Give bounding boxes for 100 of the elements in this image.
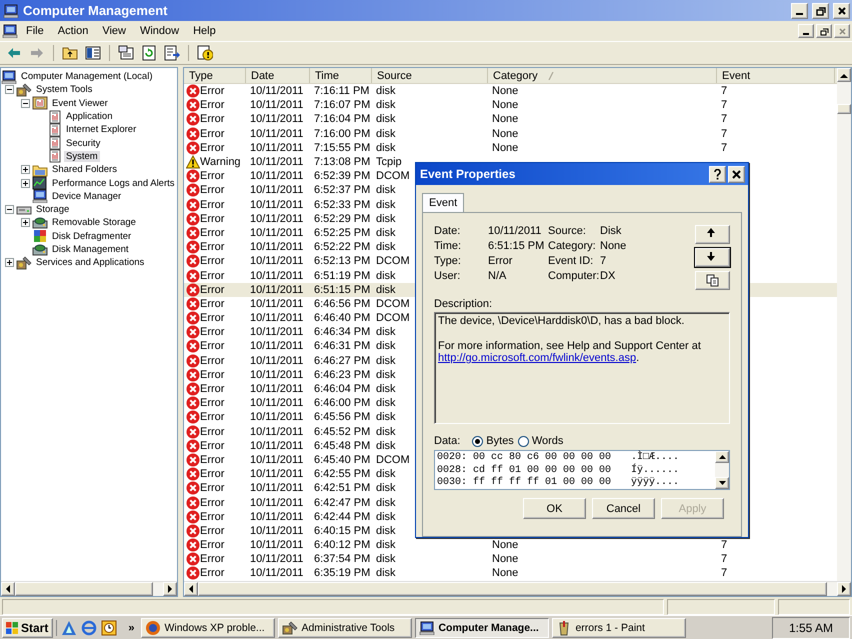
table-cell: Error [200, 553, 224, 566]
table-cell: 10/11/2011 [250, 298, 304, 310]
table-cell: Error [200, 426, 224, 438]
table-cell: 6:45:40 PM [314, 454, 370, 466]
table-cell: None [492, 553, 518, 566]
table-cell: 6:52:13 PM [314, 255, 370, 268]
hex-offset: 0020: [437, 452, 468, 464]
field-value: Error [488, 255, 514, 268]
table-cell: Error [200, 241, 224, 254]
table-cell: 6:46:27 PM [314, 354, 370, 367]
field-value: 10/11/2011 [488, 225, 542, 238]
table-cell: 10/11/2011 [250, 411, 304, 424]
table-cell: Error [200, 142, 224, 154]
table-cell: DCOM [376, 170, 410, 182]
hex-chars: ÿÿÿÿ.... [631, 477, 680, 490]
table-cell: disk [376, 510, 396, 523]
table-cell: disk [376, 397, 396, 410]
table-cell: Error [200, 170, 224, 182]
table-cell: 10/11/2011 [250, 340, 304, 352]
table-cell: Error [200, 411, 224, 424]
table-cell: 6:37:54 PM [314, 553, 370, 566]
field-value: DX [600, 270, 616, 283]
field-value: Disk [600, 225, 622, 238]
table-cell: 6:46:34 PM [314, 326, 370, 338]
table-cell: Error [200, 128, 224, 140]
table-cell: 10/11/2011 [250, 539, 304, 552]
field-value: 7 [600, 255, 608, 268]
table-cell: disk [376, 567, 396, 580]
table-cell: disk [376, 270, 396, 282]
table-cell: disk [376, 85, 396, 98]
table-cell: 10/11/2011 [250, 524, 304, 537]
hex-chars: .Ì□Æ.... [631, 452, 680, 464]
table-cell: 10/11/2011 [250, 454, 304, 466]
table-cell: Error [200, 368, 224, 381]
table-cell: Error [200, 298, 224, 310]
table-cell: 7 [721, 99, 728, 112]
table-cell: disk [376, 553, 396, 566]
table-cell: 10/11/2011 [250, 255, 304, 268]
table-cell: DCOM [376, 454, 410, 466]
field-label: Type: [434, 255, 462, 268]
table-cell: 10/11/2011 [250, 198, 304, 211]
table-cell: 6:42:44 PM [314, 510, 370, 523]
table-cell: disk [376, 524, 396, 537]
table-cell: 10/11/2011 [250, 440, 304, 452]
table-cell: Error [200, 85, 224, 98]
table-cell: 7 [721, 113, 728, 126]
table-cell: 6:40:12 PM [314, 539, 370, 552]
table-cell: 10/11/2011 [250, 482, 304, 494]
table-cell: DCOM [376, 312, 410, 324]
table-cell: 7 [721, 85, 728, 98]
table-cell: None [492, 567, 518, 580]
table-cell: Error [200, 212, 224, 225]
window-title: Computer Management [23, 3, 168, 18]
table-cell: Error [200, 184, 224, 196]
table-cell: disk [376, 226, 396, 239]
table-cell: 7 [721, 553, 728, 566]
table-cell: disk [376, 99, 396, 112]
field-label: User: [434, 270, 462, 283]
table-cell: DCOM [376, 298, 410, 310]
table-cell: 7 [721, 142, 728, 154]
table-cell: Error [200, 99, 224, 112]
table-cell: 10/11/2011 [250, 510, 304, 523]
table-cell: None [492, 539, 518, 552]
table-cell: 7 [721, 539, 728, 552]
table-cell: 10/11/2011 [250, 99, 304, 112]
table-cell: 10/11/2011 [250, 354, 304, 367]
hex-offset: 0030: [437, 477, 468, 490]
table-cell: disk [376, 496, 396, 509]
table-cell: 10/11/2011 [250, 270, 304, 282]
table-cell: None [492, 142, 518, 154]
table-cell: 10/11/2011 [250, 496, 304, 509]
table-cell: 10/11/2011 [250, 426, 304, 438]
table-cell: 6:46:56 PM [314, 298, 370, 310]
table-cell: 10/11/2011 [250, 128, 304, 140]
table-cell: disk [376, 241, 396, 254]
table-cell: Error [200, 539, 224, 552]
table-cell: 6:46:04 PM [314, 383, 370, 396]
table-cell: disk [376, 368, 396, 381]
hex-bytes: ff ff ff ff 01 00 00 00 [473, 477, 612, 490]
table-cell: 6:40:15 PM [314, 524, 370, 537]
table-cell: None [492, 99, 518, 112]
table-cell: 10/11/2011 [250, 113, 304, 126]
table-cell: 10/11/2011 [250, 170, 304, 182]
table-cell: None [492, 85, 518, 98]
table-cell: disk [376, 354, 396, 367]
table-cell: 6:52:25 PM [314, 226, 370, 239]
table-cell: 7:16:07 PM [314, 99, 370, 112]
table-cell: Error [200, 510, 224, 523]
table-cell: disk [376, 113, 396, 126]
table-cell: 6:51:19 PM [314, 270, 370, 282]
table-cell: Error [200, 524, 224, 537]
table-cell: Warning [200, 156, 241, 168]
clock: 1:55 AM [772, 616, 850, 638]
table-cell: Error [200, 496, 224, 509]
table-cell: 10/11/2011 [250, 468, 304, 480]
table-cell: Error [200, 454, 224, 466]
table-cell: 6:45:48 PM [314, 440, 370, 452]
table-cell: 6:51:15 PM [314, 284, 370, 296]
table-cell: 7 [721, 567, 728, 580]
table-cell: 10/11/2011 [250, 567, 304, 580]
